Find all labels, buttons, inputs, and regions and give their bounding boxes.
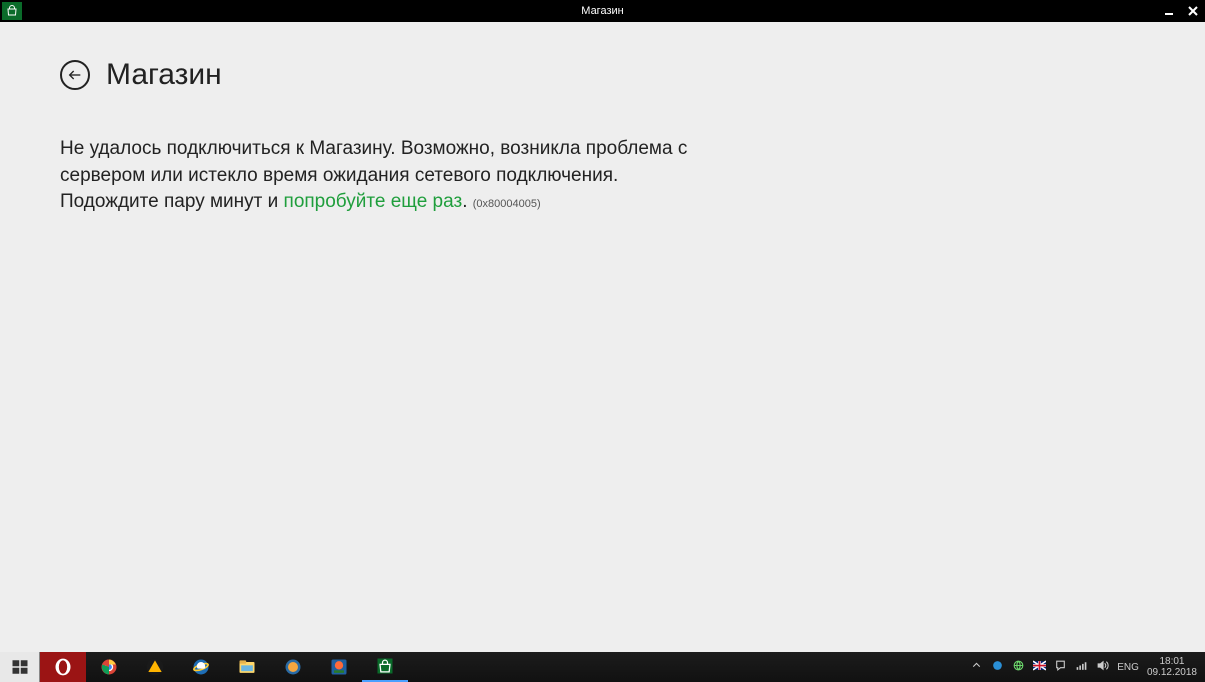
minimize-button[interactable] xyxy=(1157,0,1181,22)
store-icon xyxy=(2,2,22,20)
back-button[interactable] xyxy=(60,60,90,90)
tray-language[interactable]: ENG xyxy=(1117,662,1139,673)
tray-time: 18:01 xyxy=(1147,656,1197,667)
taskbar-explorer[interactable] xyxy=(224,652,270,682)
taskbar-store[interactable] xyxy=(362,652,408,682)
taskbar-aimp[interactable] xyxy=(132,652,178,682)
tray-volume-icon[interactable] xyxy=(1096,659,1109,675)
error-period: . xyxy=(462,191,473,212)
tray-network-icon[interactable] xyxy=(1075,659,1088,675)
tray-date: 09.12.2018 xyxy=(1147,667,1197,678)
store-window: Магазин Магазин Не удалось подключиться … xyxy=(0,0,1205,652)
taskbar: ENG 18:01 09.12.2018 xyxy=(0,652,1205,682)
taskbar-opera[interactable] xyxy=(40,652,86,682)
tray-app-icon[interactable] xyxy=(991,659,1004,675)
taskbar-app-orange[interactable] xyxy=(270,652,316,682)
page-title: Магазин xyxy=(106,58,222,92)
window-title: Магазин xyxy=(0,5,1205,17)
tray-action-center-icon[interactable] xyxy=(1054,659,1067,675)
page-header: Магазин xyxy=(60,58,1145,92)
close-button[interactable] xyxy=(1181,0,1205,22)
taskbar-ie[interactable] xyxy=(178,652,224,682)
tray-chevron-icon[interactable] xyxy=(970,659,983,675)
start-button[interactable] xyxy=(0,652,40,682)
tray-flag-icon[interactable] xyxy=(1033,659,1046,675)
error-code: (0x80004005) xyxy=(473,198,541,210)
page-content: Магазин Не удалось подключиться к Магази… xyxy=(0,22,1205,252)
taskbar-app-red[interactable] xyxy=(316,652,362,682)
retry-link[interactable]: попробуйте еще раз xyxy=(284,191,463,212)
tray-clock[interactable]: 18:01 09.12.2018 xyxy=(1147,656,1197,678)
titlebar: Магазин xyxy=(0,0,1205,22)
system-tray: ENG 18:01 09.12.2018 xyxy=(962,656,1205,678)
tray-globe-icon[interactable] xyxy=(1012,659,1025,675)
connection-error-message: Не удалось подключиться к Магазину. Возм… xyxy=(60,136,700,216)
titlebar-controls xyxy=(1157,0,1205,22)
taskbar-chrome[interactable] xyxy=(86,652,132,682)
